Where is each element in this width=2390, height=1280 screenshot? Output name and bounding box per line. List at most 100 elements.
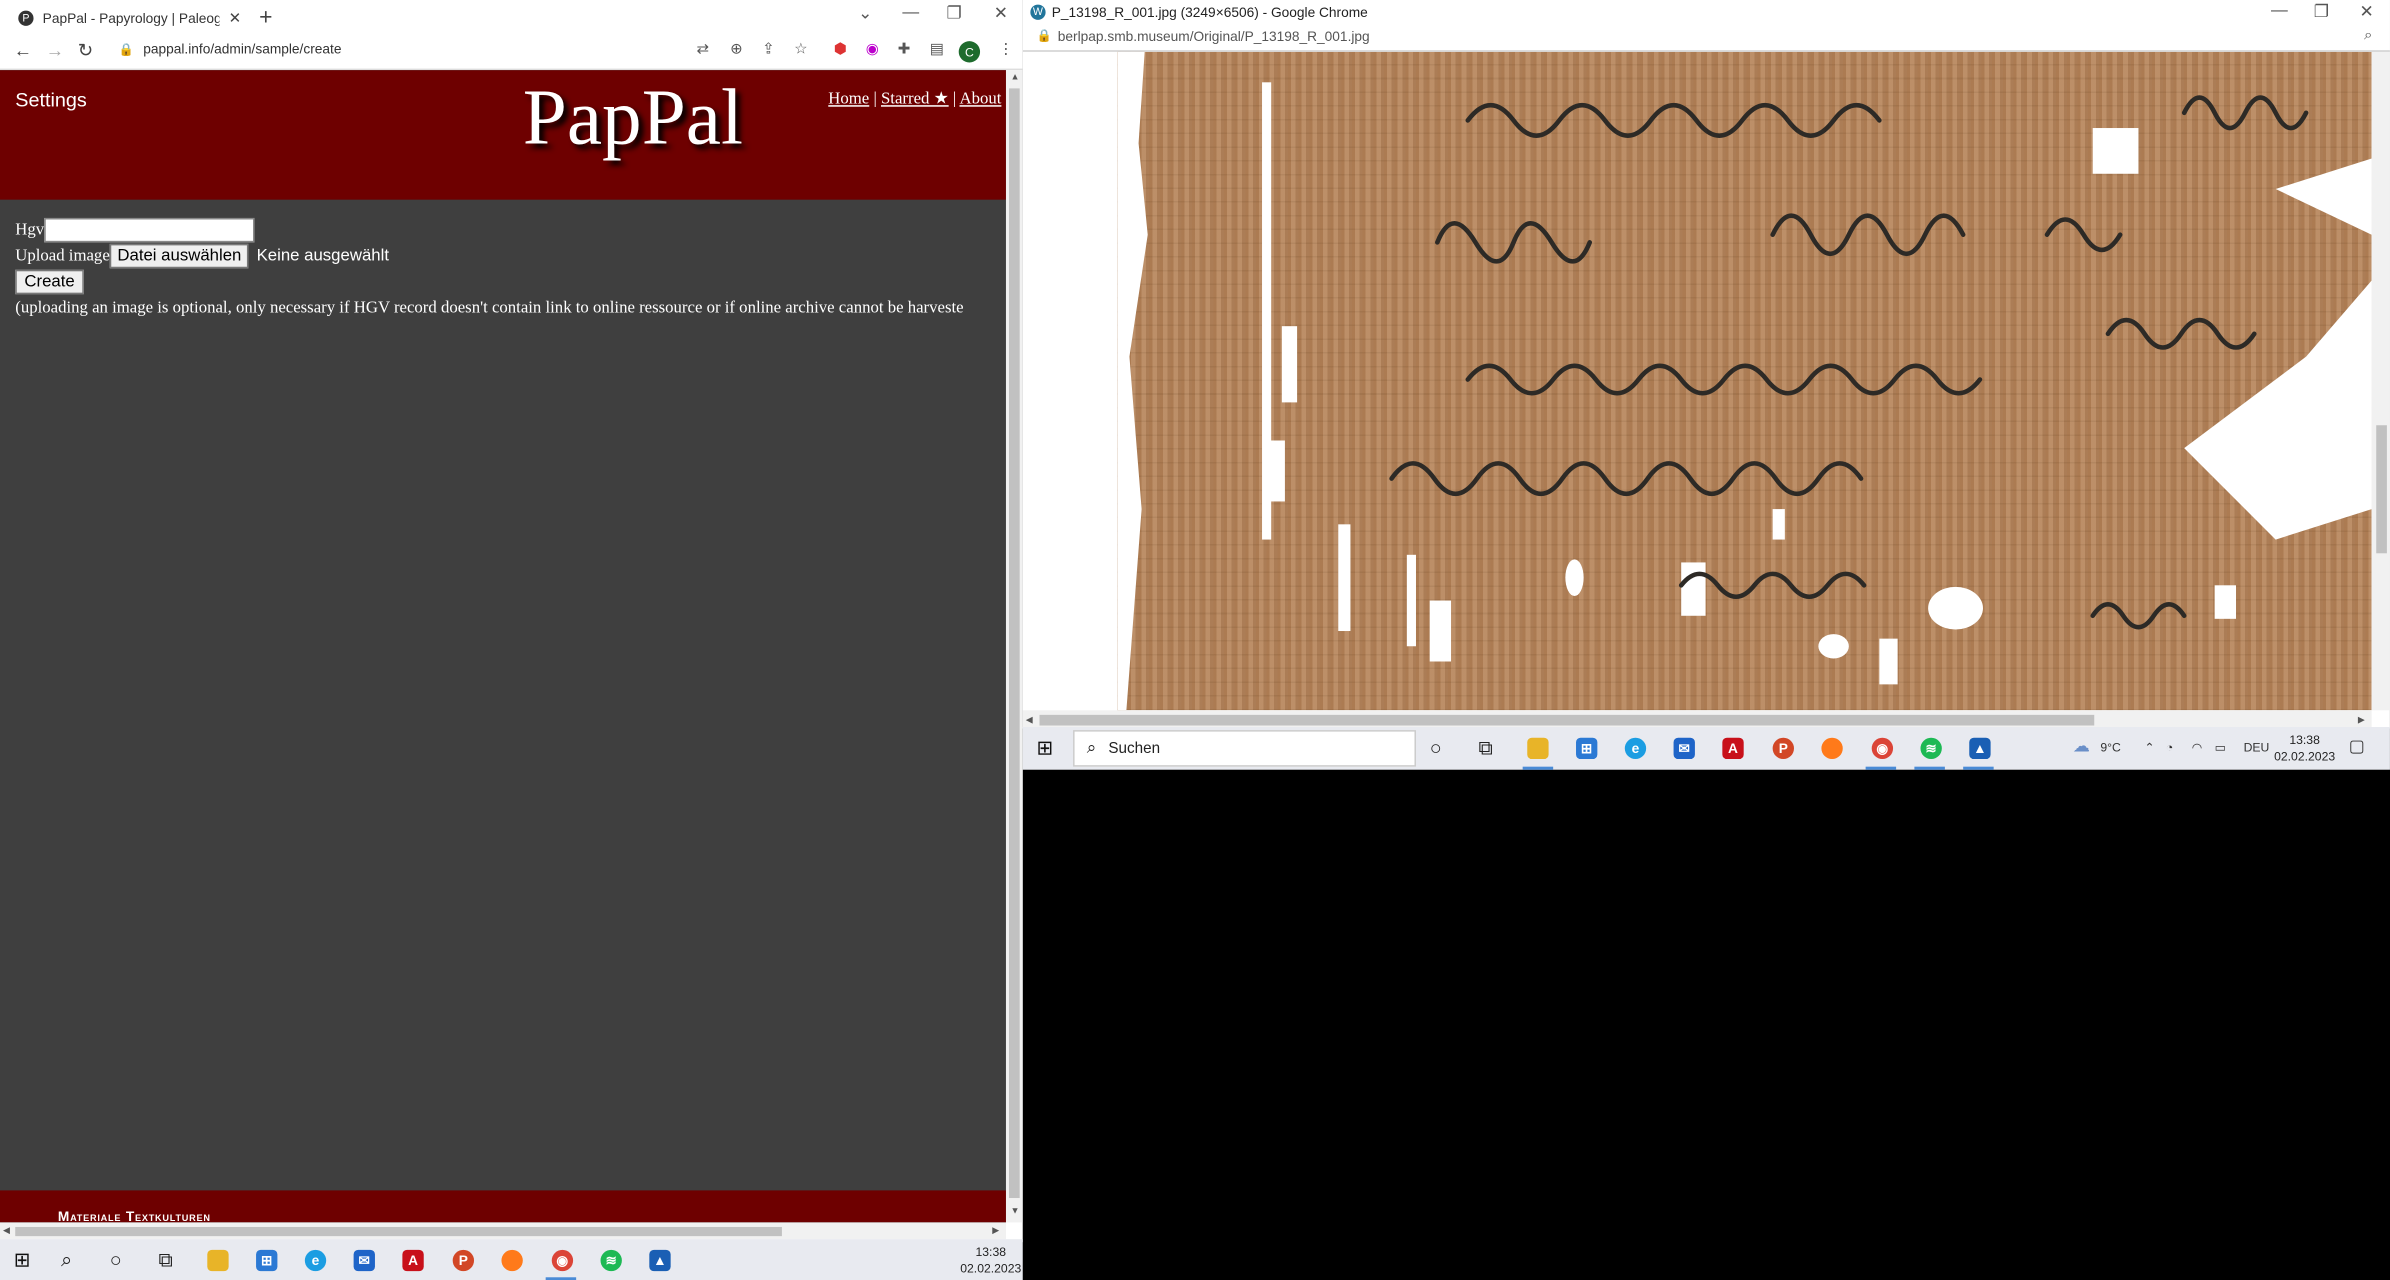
windows-start-icon[interactable]: ⊞: [14, 1248, 31, 1272]
scroll-down-icon[interactable]: ▼: [1011, 1207, 1020, 1216]
site-footer: Materiale Textkulturen: [0, 1190, 1006, 1222]
taskbar-clock[interactable]: 13:38 02.02.2023: [960, 1244, 1021, 1278]
hgv-input[interactable]: [44, 217, 255, 242]
taskbar-left: ⊞ ⌕ ○ ⧉ ⊞ e ✉ A P ◉ ≋ ▲ 13:38 02.02.2023: [0, 1239, 1023, 1280]
upload-image-label: Upload image: [15, 246, 110, 265]
right-address-bar[interactable]: 🔒 berlpap.smb.museum/Original/P_13198_R_…: [1022, 24, 2390, 52]
restore-icon[interactable]: ❐: [2314, 2, 2329, 22]
reload-icon[interactable]: ↻: [78, 40, 93, 61]
weather-temperature[interactable]: 9°C: [2100, 741, 2120, 755]
cortana-icon[interactable]: ○: [110, 1248, 122, 1271]
scroll-right-icon[interactable]: ▶: [2358, 715, 2365, 725]
nav-starred[interactable]: Starred ★: [881, 90, 949, 108]
close-window-icon[interactable]: ✕: [2359, 2, 2373, 22]
clock-date: 02.02.2023: [960, 1262, 1022, 1276]
minimize-icon[interactable]: —: [2271, 2, 2288, 20]
translate-icon[interactable]: ⇄: [697, 41, 710, 58]
scrollbar-thumb[interactable]: [1009, 88, 1020, 1199]
share-icon[interactable]: ⇪: [762, 41, 775, 58]
horizontal-scrollbar[interactable]: ◀ ▶: [0, 1222, 1006, 1240]
photos-icon[interactable]: ▲: [649, 1249, 671, 1272]
right-horizontal-scrollbar[interactable]: ◀ ▶: [1022, 710, 2372, 729]
wifi-icon[interactable]: ◠: [2192, 741, 2203, 755]
browser-toolbar: ← → ↻ 🔒 pappal.info/admin/sample/create …: [0, 33, 1023, 71]
nav-home[interactable]: Home: [828, 90, 869, 108]
store-icon[interactable]: ⊞: [256, 1249, 278, 1272]
profile-avatar[interactable]: C: [958, 41, 981, 63]
menu-kebab-icon[interactable]: ⋮: [998, 41, 1013, 58]
side-panel-icon[interactable]: ▤: [930, 41, 944, 58]
address-bar[interactable]: 🔒 pappal.info/admin/sample/create: [119, 41, 342, 56]
extension-red-icon[interactable]: ⬢: [834, 41, 847, 58]
scroll-right-icon[interactable]: ▶: [992, 1225, 999, 1236]
extension-purple-icon[interactable]: ◉: [866, 41, 879, 58]
scroll-left-icon[interactable]: ◀: [1026, 715, 1033, 725]
scrollbar-thumb[interactable]: [15, 1226, 782, 1237]
lock-icon: 🔒: [1036, 28, 1052, 43]
bookmark-star-icon[interactable]: ☆: [794, 41, 808, 58]
search-icon[interactable]: ⌕: [61, 1248, 72, 1272]
restore-icon[interactable]: ❐: [947, 3, 962, 23]
taskbar-search-box[interactable]: ⌕ Suchen: [1073, 730, 1416, 767]
store-icon[interactable]: ⊞: [1576, 737, 1598, 760]
tray-app-icon[interactable]: ◔: [2166, 741, 2173, 755]
chrome-icon[interactable]: ◉: [1871, 737, 1894, 760]
image-viewer[interactable]: [1022, 51, 2372, 711]
settings-link[interactable]: Settings: [15, 88, 87, 111]
taskbar-clock[interactable]: 13:38 02.02.2023: [2274, 732, 2335, 766]
tab-search-icon[interactable]: ⌄: [858, 3, 872, 23]
language-indicator[interactable]: DEU: [2244, 741, 2270, 755]
battery-icon[interactable]: ▭: [2215, 741, 2227, 755]
zoom-icon[interactable]: ⌕: [2364, 27, 2373, 44]
weather-cloud-icon[interactable]: ☁: [2073, 736, 2090, 756]
site-logo[interactable]: PapPal: [523, 73, 743, 163]
back-icon[interactable]: ←: [14, 40, 32, 61]
powerpoint-icon[interactable]: P: [452, 1249, 475, 1272]
scroll-up-icon[interactable]: ▲: [1011, 73, 1020, 82]
minimize-icon[interactable]: —: [902, 3, 919, 21]
acrobat-icon[interactable]: A: [402, 1249, 424, 1272]
edge-icon[interactable]: e: [304, 1249, 327, 1272]
hgv-label: Hgv: [15, 220, 45, 239]
create-button[interactable]: Create: [15, 269, 84, 294]
photos-icon[interactable]: ▲: [1969, 737, 1991, 760]
papyrus-texture: [1117, 51, 2372, 711]
scrollbar-thumb[interactable]: [2376, 425, 2387, 554]
vertical-scrollbar[interactable]: ▲ ▼: [1005, 70, 1023, 1223]
notifications-icon[interactable]: ▢: [2349, 736, 2365, 756]
firefox-icon[interactable]: [501, 1249, 523, 1272]
tray-chevron-icon[interactable]: ⌃: [2145, 741, 2155, 755]
mail-icon[interactable]: ✉: [1673, 737, 1695, 760]
close-window-icon[interactable]: ✕: [994, 3, 1008, 23]
nav-about[interactable]: About: [959, 90, 1001, 108]
pappal-favicon-icon: P: [18, 10, 34, 26]
forward-icon[interactable]: →: [46, 40, 64, 61]
file-explorer-icon[interactable]: [1527, 737, 1549, 760]
task-view-icon[interactable]: ⧉: [159, 1248, 173, 1272]
acrobat-icon[interactable]: A: [1722, 737, 1744, 760]
edge-icon[interactable]: e: [1624, 737, 1647, 760]
tab-close-icon[interactable]: ✕: [229, 10, 242, 27]
cortana-icon[interactable]: ○: [1430, 736, 1442, 759]
spotify-icon[interactable]: ≋: [1920, 737, 1942, 760]
task-view-icon[interactable]: ⧉: [1478, 736, 1492, 760]
spotify-icon[interactable]: ≋: [600, 1249, 622, 1272]
tab-pappal[interactable]: P PapPal - Papyrology | Paleograph ✕: [9, 3, 244, 33]
site-banner: Settings PapPal Home | Starred ★ | About: [0, 70, 1006, 200]
new-tab-icon[interactable]: +: [259, 5, 272, 31]
firefox-icon[interactable]: [1821, 737, 1843, 760]
mail-icon[interactable]: ✉: [353, 1249, 375, 1272]
scrollbar-thumb[interactable]: [1039, 714, 2095, 726]
powerpoint-icon[interactable]: P: [1772, 737, 1794, 760]
right-vertical-scrollbar[interactable]: [2371, 51, 2390, 711]
clock-time: 13:38: [2289, 733, 2320, 747]
top-nav: Home | Starred ★ | About: [828, 88, 1001, 108]
choose-file-button[interactable]: Datei auswählen: [109, 243, 249, 268]
no-file-selected-text: Keine ausgewählt: [256, 246, 389, 265]
scroll-left-icon[interactable]: ◀: [3, 1225, 10, 1236]
chrome-icon[interactable]: ◉: [551, 1249, 574, 1272]
file-explorer-icon[interactable]: [207, 1249, 229, 1272]
extensions-puzzle-icon[interactable]: ✚: [898, 41, 911, 58]
windows-start-icon[interactable]: ⊞: [1036, 736, 1053, 760]
zoom-icon[interactable]: ⊕: [730, 41, 743, 58]
